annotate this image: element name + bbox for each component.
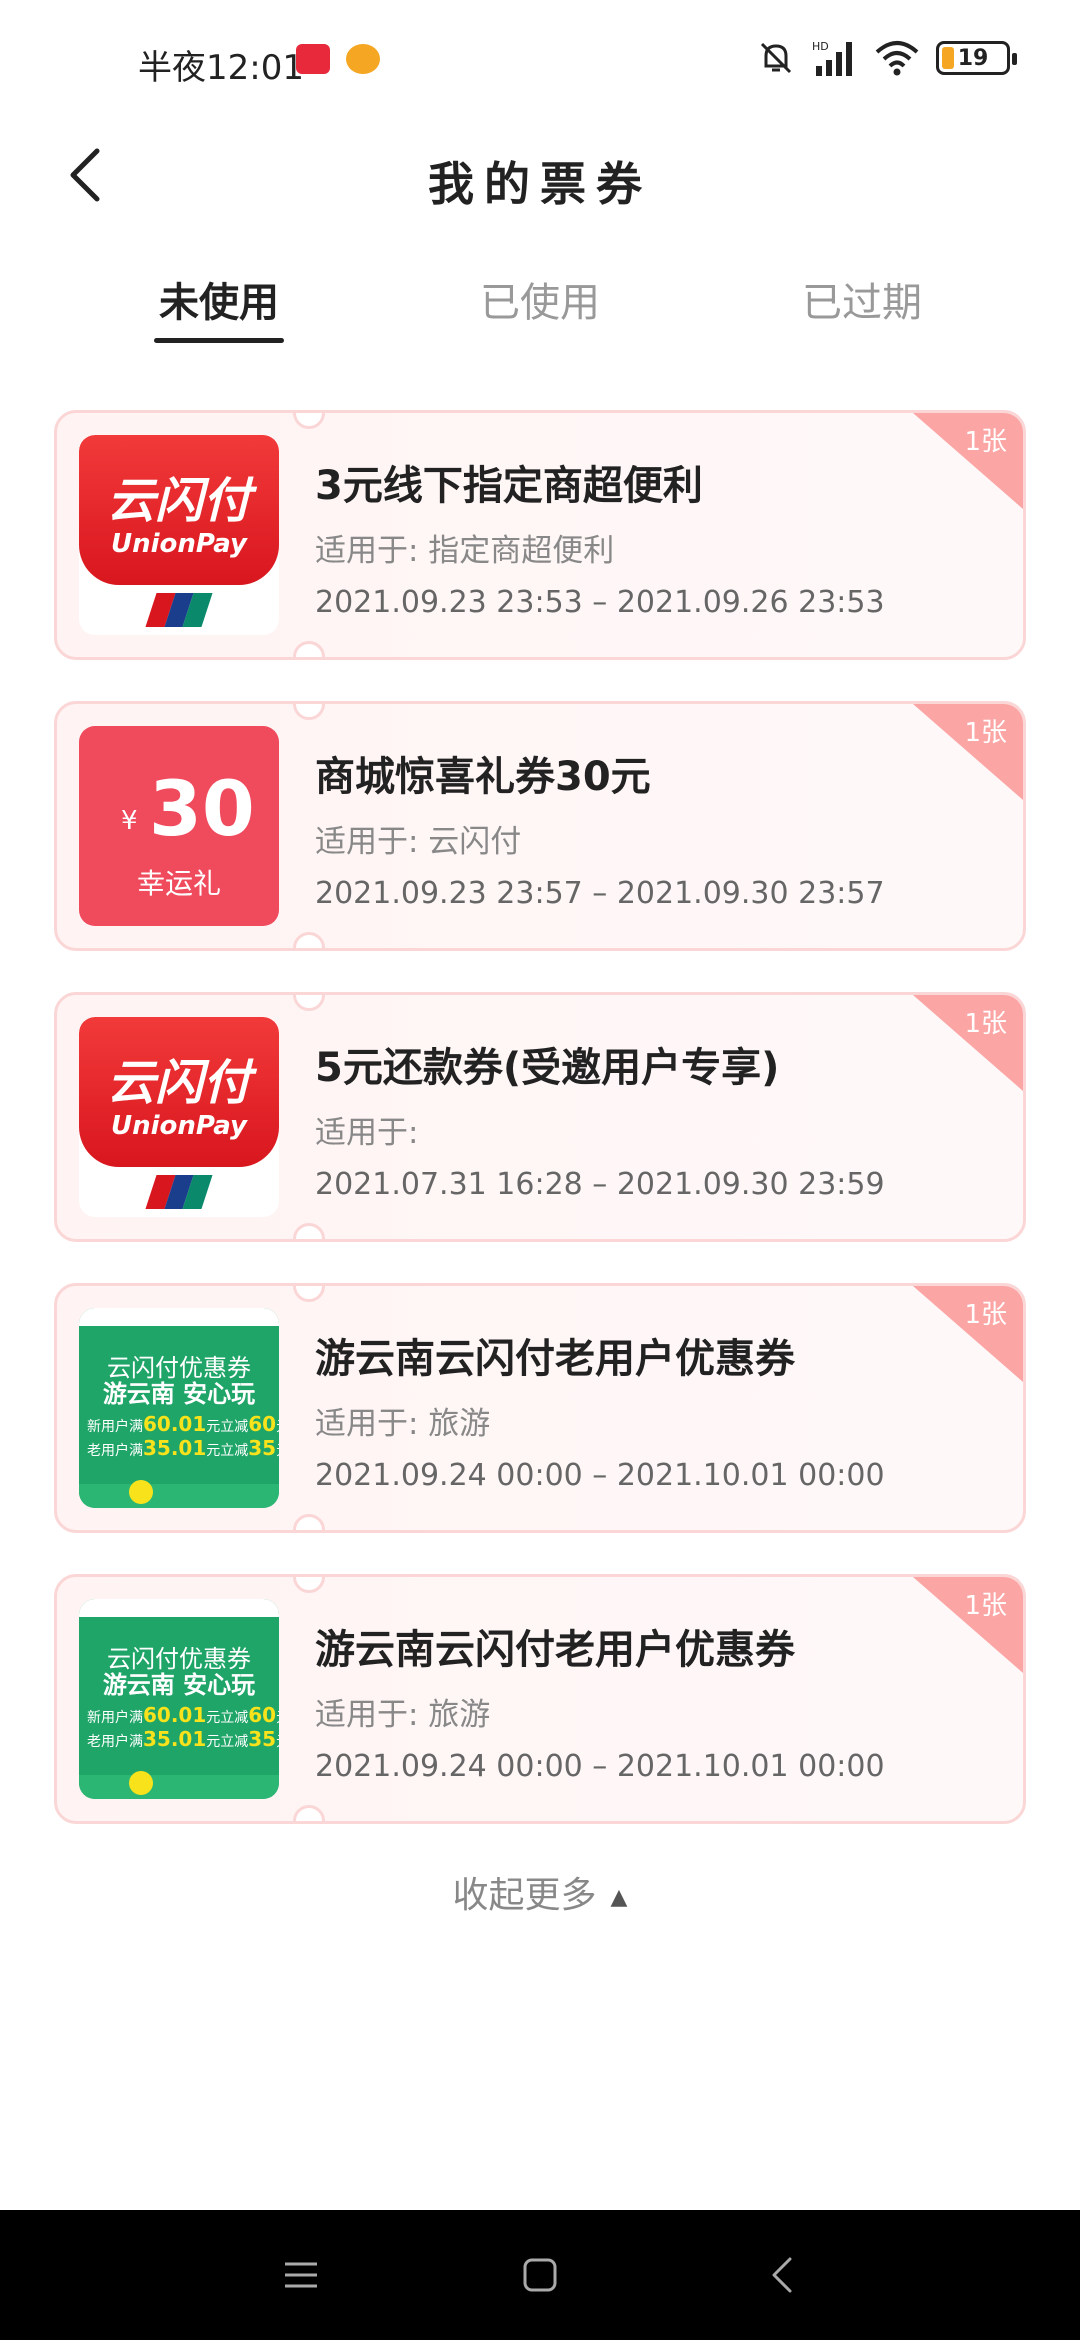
coupon-card[interactable]: 云闪付 UnionPay 5元还款券(受邀用户专享) 适用于: 2021.07.… bbox=[54, 992, 1026, 1242]
battery-icon: 19 bbox=[936, 41, 1017, 75]
travel-offer-old: 老用户满35.01元立减35元 bbox=[87, 1727, 279, 1751]
active-tab-indicator bbox=[154, 338, 284, 343]
signal-icon: HD bbox=[812, 40, 852, 76]
currency-symbol: ¥ bbox=[121, 806, 138, 836]
gift-label: 幸运礼 bbox=[136, 867, 221, 900]
coupon-card[interactable]: 云闪付优惠券 游云南 安心玩 新用户满60.01元立减60元 老用户满35.01… bbox=[54, 1574, 1026, 1824]
tab-used[interactable]: 已使用 bbox=[440, 270, 640, 328]
coupon-validity: 2021.09.23 23:57 – 2021.09.30 23:57 bbox=[315, 876, 885, 911]
coupon-scope: 适用于: bbox=[315, 1115, 419, 1151]
logo-subtitle: UnionPay bbox=[111, 1111, 247, 1141]
svg-text:HD: HD bbox=[812, 40, 829, 53]
nav-back-icon bbox=[772, 2257, 792, 2293]
coupon-scope: 适用于: 云闪付 bbox=[315, 824, 522, 860]
coupon-title: 商城惊喜礼券30元 bbox=[315, 754, 651, 800]
travel-thumbnail: 云闪付优惠券 游云南 安心玩 新用户满60.01元立减60元 老用户满35.01… bbox=[79, 1599, 279, 1799]
coupon-card[interactable]: 云闪付 UnionPay 3元线下指定商超便利 适用于: 指定商超便利 2021… bbox=[54, 410, 1026, 660]
coupon-count-badge: 1张 bbox=[964, 1009, 1007, 1039]
battery-level: 19 bbox=[957, 45, 989, 71]
coupon-card[interactable]: ¥ 30 幸运礼 商城惊喜礼券30元 适用于: 云闪付 2021.09.23 2… bbox=[54, 701, 1026, 951]
coupon-list: 云闪付 UnionPay 3元线下指定商超便利 适用于: 指定商超便利 2021… bbox=[54, 410, 1026, 1865]
nav-back-button[interactable] bbox=[757, 2250, 807, 2300]
status-bar: 半夜12:01 HD 19 bbox=[0, 0, 1080, 120]
logo-title: 云闪付 bbox=[106, 1055, 251, 1111]
logo-title: 云闪付 bbox=[106, 473, 251, 529]
travel-thumbnail: 云闪付优惠券 游云南 安心玩 新用户满60.01元立减60元 老用户满35.01… bbox=[79, 1308, 279, 1508]
menu-icon bbox=[285, 2262, 317, 2288]
status-time: 半夜12:01 bbox=[138, 48, 304, 88]
coupon-validity: 2021.09.23 23:53 – 2021.09.26 23:53 bbox=[315, 585, 885, 620]
coupon-validity: 2021.09.24 00:00 – 2021.10.01 00:00 bbox=[315, 1458, 885, 1493]
tab-bar: 未使用 已使用 已过期 bbox=[0, 250, 1080, 350]
collapse-more-button[interactable]: 收起更多 ▲ bbox=[0, 1866, 1080, 1918]
unionpay-logo: 云闪付 UnionPay bbox=[79, 435, 279, 635]
coupon-count-badge: 1张 bbox=[964, 718, 1007, 748]
travel-offer-new: 新用户满60.01元立减60元 bbox=[87, 1412, 279, 1436]
travel-offer-old: 老用户满35.01元立减35元 bbox=[87, 1436, 279, 1460]
coupon-validity: 2021.09.24 00:00 – 2021.10.01 00:00 bbox=[315, 1749, 885, 1784]
home-square-icon bbox=[523, 2258, 557, 2292]
tab-unused[interactable]: 未使用 bbox=[119, 270, 319, 328]
coupon-count-badge: 1张 bbox=[964, 427, 1007, 457]
wifi-icon bbox=[875, 41, 919, 76]
coupon-title: 游云南云闪付老用户优惠券 bbox=[315, 1336, 795, 1382]
coupon-count-badge: 1张 bbox=[964, 1591, 1007, 1621]
unionpay-logo: 云闪付 UnionPay bbox=[79, 1017, 279, 1217]
unionpay-app-icon bbox=[296, 44, 330, 74]
home-button[interactable] bbox=[515, 2250, 565, 2300]
collapse-more-label: 收起更多 bbox=[452, 1875, 597, 1916]
mute-bell-icon bbox=[760, 42, 792, 74]
menu-button[interactable] bbox=[276, 2250, 326, 2300]
notification-app-icon bbox=[346, 44, 380, 74]
coupon-count-badge: 1张 bbox=[964, 1300, 1007, 1330]
logo-subtitle: UnionPay bbox=[111, 529, 247, 559]
coupon-validity: 2021.07.31 16:28 – 2021.09.30 23:59 bbox=[315, 1167, 885, 1202]
travel-slogan: 游云南 安心玩 bbox=[102, 1671, 256, 1699]
status-icons: HD 19 bbox=[756, 38, 1017, 78]
tab-expired[interactable]: 已过期 bbox=[762, 270, 962, 328]
header: 我的票券 bbox=[0, 120, 1080, 230]
coupon-title: 3元线下指定商超便利 bbox=[315, 463, 703, 509]
coupon-scope: 适用于: 旅游 bbox=[315, 1406, 491, 1442]
coupon-title: 5元还款券(受邀用户专享) bbox=[315, 1045, 780, 1091]
lucky-gift-thumbnail: ¥ 30 幸运礼 bbox=[79, 726, 279, 926]
coupon-scope: 适用于: 旅游 bbox=[315, 1697, 491, 1733]
page-title: 我的票券 bbox=[428, 157, 652, 211]
coupon-scope: 适用于: 指定商超便利 bbox=[315, 533, 615, 569]
travel-slogan: 游云南 安心玩 bbox=[102, 1380, 256, 1408]
travel-offer-new: 新用户满60.01元立减60元 bbox=[87, 1703, 279, 1727]
coupon-card[interactable]: 云闪付优惠券 游云南 安心玩 新用户满60.01元立减60元 老用户满35.01… bbox=[54, 1283, 1026, 1533]
coupon-title: 游云南云闪付老用户优惠券 bbox=[315, 1627, 795, 1673]
gift-amount: 30 bbox=[149, 764, 255, 853]
triangle-up-icon: ▲ bbox=[610, 1884, 628, 1910]
system-nav-bar bbox=[0, 2210, 1080, 2340]
